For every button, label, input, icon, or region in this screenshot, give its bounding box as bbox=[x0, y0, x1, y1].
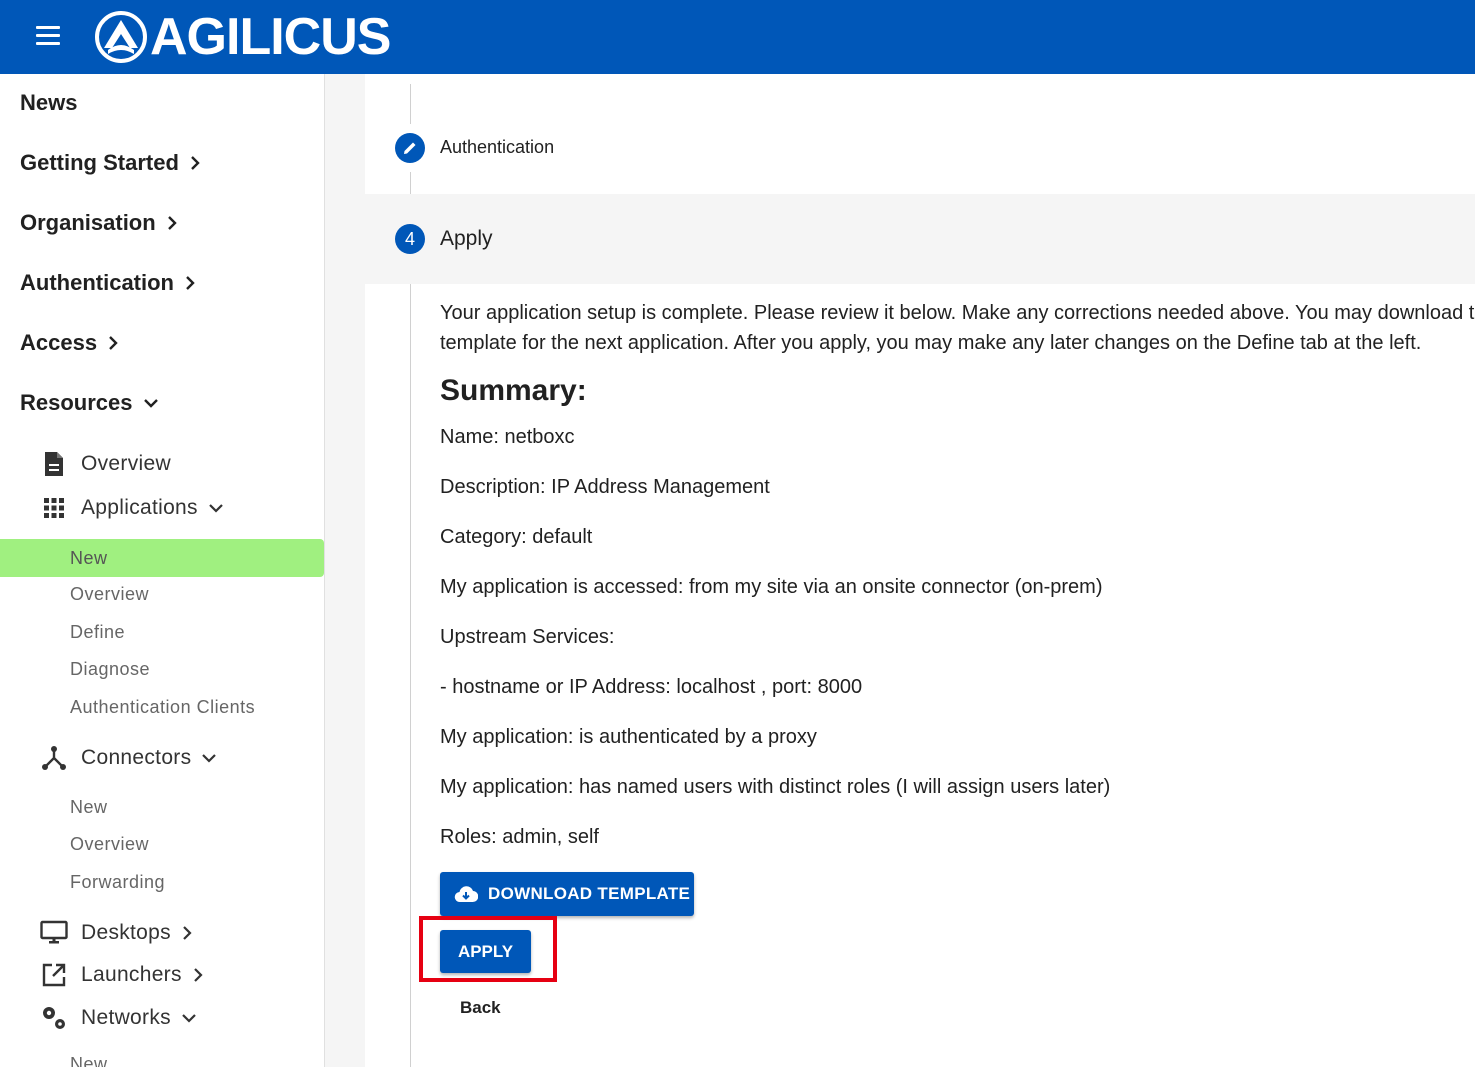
sidebar-item-access[interactable]: Access bbox=[20, 330, 119, 356]
summary-authentication: My application: is authenticated by a pr… bbox=[440, 726, 817, 748]
sidebar-item-desktops[interactable]: Desktops bbox=[40, 919, 193, 947]
chevron-down-icon bbox=[202, 754, 217, 763]
sidebar-item-organisation[interactable]: Organisation bbox=[20, 210, 178, 236]
sidebar-item-getting-started[interactable]: Getting Started bbox=[20, 150, 201, 176]
summary-description: Description: IP Address Management bbox=[440, 476, 770, 498]
sidebar-item-applications-new[interactable]: New bbox=[0, 539, 324, 577]
summary-upstream-service: - hostname or IP Address: localhost , po… bbox=[440, 676, 863, 698]
sidebar-item-connectors-forwarding[interactable]: Forwarding bbox=[70, 872, 165, 893]
stepper-connector-line bbox=[410, 284, 411, 1067]
document-icon bbox=[40, 450, 68, 478]
open-external-icon bbox=[40, 961, 68, 989]
step-4-header: 4 Apply bbox=[365, 194, 1475, 284]
chevron-down-icon bbox=[209, 504, 223, 513]
sidebar-item-label: Desktops bbox=[81, 921, 171, 944]
download-template-button[interactable]: DOWNLOAD TEMPLATE bbox=[440, 872, 694, 916]
step-3-label[interactable]: Authentication bbox=[440, 137, 554, 158]
sidebar-item-news[interactable]: News bbox=[20, 90, 77, 116]
chevron-right-icon bbox=[109, 336, 118, 350]
sidebar-item-applications-auth-clients[interactable]: Authentication Clients bbox=[70, 697, 255, 718]
sidebar-item-label: Getting Started bbox=[20, 150, 179, 175]
sidebar-item-label: Networks bbox=[81, 1006, 171, 1029]
sidebar-item-applications-diagnose[interactable]: Diagnose bbox=[70, 659, 150, 680]
intro-line-1: Your application setup is complete. Plea… bbox=[440, 302, 1475, 324]
connector-hub-icon bbox=[40, 744, 68, 772]
gears-icon bbox=[40, 1004, 68, 1032]
content-gutter bbox=[325, 74, 365, 1067]
sidebar-item-connectors[interactable]: Connectors bbox=[40, 744, 217, 772]
top-app-bar: AGILICUS bbox=[0, 0, 1475, 74]
sidebar-item-label: Overview bbox=[81, 452, 171, 475]
chevron-right-icon bbox=[186, 276, 195, 290]
sidebar-item-networks[interactable]: Networks bbox=[40, 1004, 197, 1032]
sidebar-item-applications-define[interactable]: Define bbox=[70, 622, 125, 643]
chevron-down-icon bbox=[182, 1014, 196, 1023]
apply-intro: Your application setup is complete. Plea… bbox=[440, 298, 1475, 358]
summary-category: Category: default bbox=[440, 526, 593, 548]
sidebar-item-label: Resources bbox=[20, 390, 133, 415]
step-4-number: 4 bbox=[395, 224, 425, 254]
step-3-edit-icon[interactable] bbox=[395, 133, 425, 163]
intro-line-2: template for the next application. After… bbox=[440, 332, 1422, 354]
sidebar-item-networks-new[interactable]: New bbox=[70, 1054, 108, 1067]
back-button[interactable]: Back bbox=[460, 998, 501, 1018]
sidebar-item-connectors-new[interactable]: New bbox=[70, 797, 108, 818]
apply-button[interactable]: APPLY bbox=[440, 930, 531, 973]
summary-name: Name: netboxc bbox=[440, 426, 575, 448]
stepper-connector-line bbox=[410, 84, 411, 124]
sidebar-item-authentication[interactable]: Authentication bbox=[20, 270, 196, 296]
sidebar-item-label: News bbox=[20, 90, 78, 115]
chevron-right-icon bbox=[183, 926, 192, 940]
sidebar-item-label: Applications bbox=[81, 496, 198, 519]
sidebar-item-label: Launchers bbox=[81, 963, 182, 986]
chevron-right-icon bbox=[167, 216, 177, 230]
summary-users: My application: has named users with dis… bbox=[440, 776, 1111, 798]
grid-apps-icon bbox=[40, 494, 68, 522]
sidebar-item-launchers[interactable]: Launchers bbox=[40, 961, 204, 989]
brand-name: AGILICUS bbox=[150, 8, 391, 66]
sidebar-item-applications[interactable]: Applications bbox=[40, 494, 224, 522]
sidebar-item-label: Organisation bbox=[20, 210, 156, 235]
sidebar-item-label: Access bbox=[20, 330, 98, 355]
summary-roles: Roles: admin, self bbox=[440, 826, 599, 848]
sidebar-item-label: Authentication bbox=[20, 270, 174, 295]
sidebar-nav: News Getting Started Organisation Authen… bbox=[0, 74, 325, 1067]
sidebar-item-applications-overview[interactable]: Overview bbox=[70, 584, 149, 605]
chevron-down-icon bbox=[143, 399, 158, 408]
sidebar-item-resources-overview[interactable]: Overview bbox=[40, 450, 171, 478]
brand-logo[interactable]: AGILICUS bbox=[94, 8, 391, 66]
step-4-label: Apply bbox=[440, 227, 493, 250]
summary-title: Summary: bbox=[440, 374, 587, 407]
hamburger-menu-icon[interactable] bbox=[36, 26, 64, 48]
chevron-right-icon bbox=[191, 156, 200, 170]
summary-upstream-heading: Upstream Services: bbox=[440, 626, 615, 648]
download-template-label: DOWNLOAD TEMPLATE bbox=[488, 884, 691, 903]
monitor-icon bbox=[40, 919, 68, 947]
chevron-right-icon bbox=[194, 968, 203, 982]
sidebar-item-resources[interactable]: Resources bbox=[20, 390, 159, 416]
sidebar-item-label: Connectors bbox=[81, 746, 192, 769]
stepper-connector-line bbox=[410, 172, 411, 194]
agilicus-logo-icon bbox=[95, 11, 147, 63]
summary-access: My application is accessed: from my site… bbox=[440, 576, 1103, 598]
cloud-download-icon bbox=[454, 885, 478, 903]
sidebar-item-connectors-overview[interactable]: Overview bbox=[70, 834, 149, 855]
main-content: Authentication 4 Apply Your application … bbox=[365, 74, 1475, 1067]
